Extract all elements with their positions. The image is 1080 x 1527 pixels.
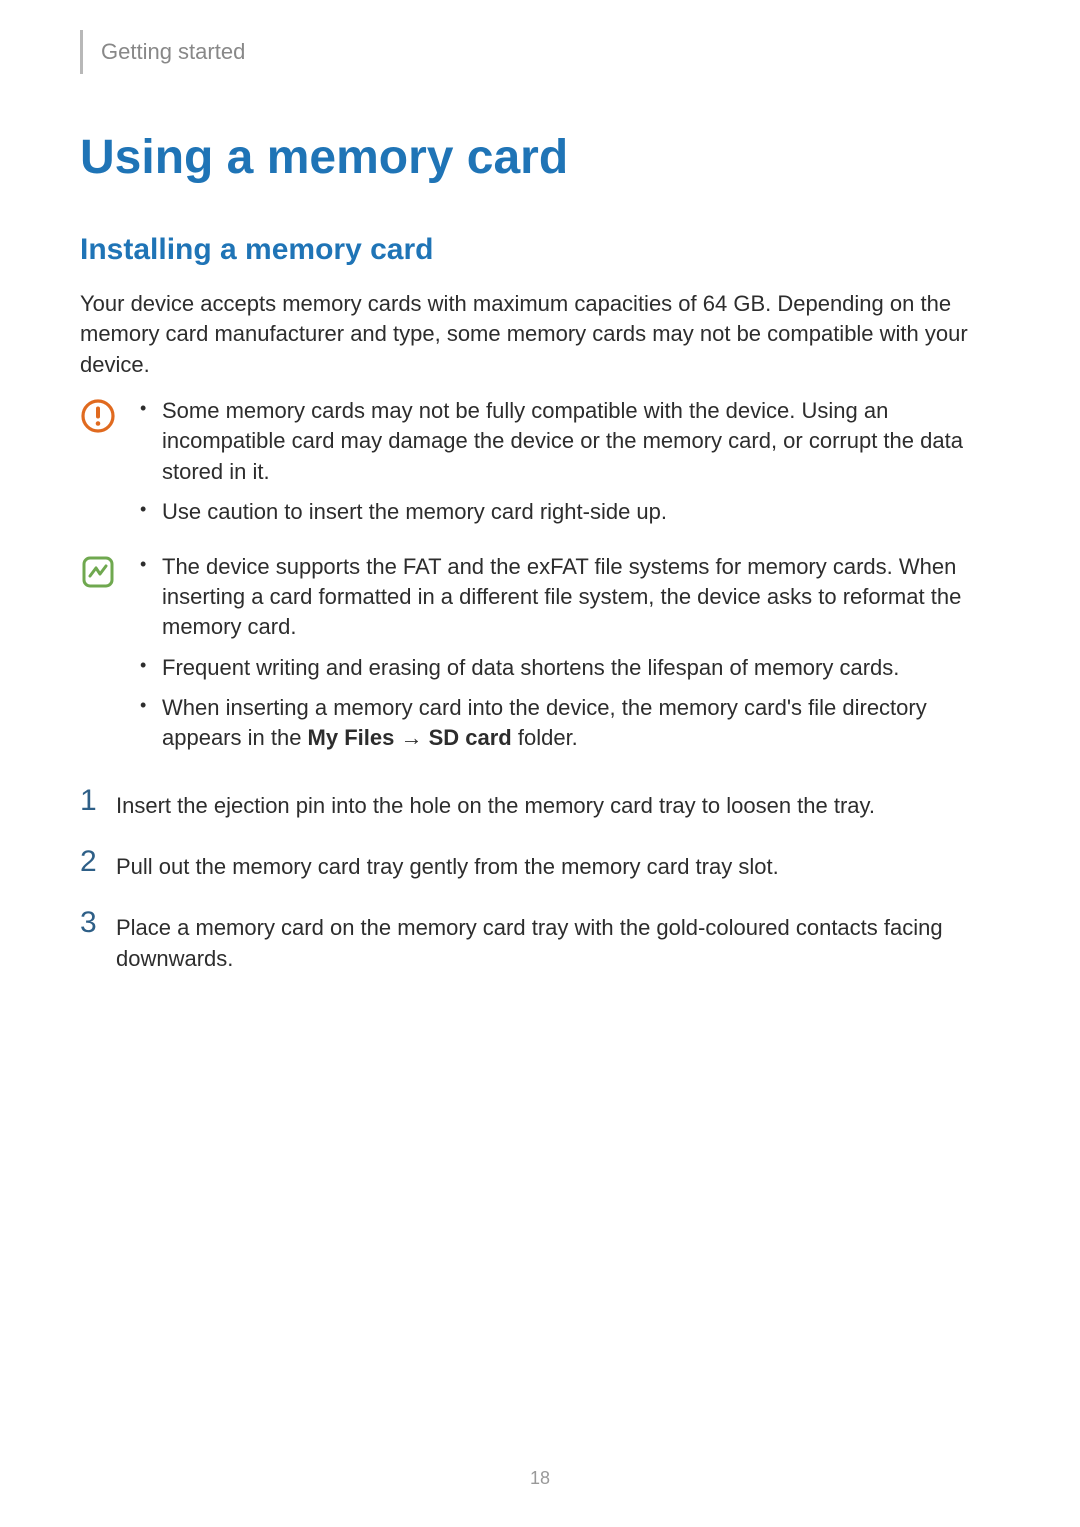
caution-callout: Some memory cards may not be fully compa… [80, 396, 1000, 537]
caution-icon [80, 396, 116, 537]
step-number: 3 [80, 908, 116, 974]
caution-body: Some memory cards may not be fully compa… [138, 396, 1000, 537]
breadcrumb: Getting started [101, 39, 245, 65]
step: 2 Pull out the memory card tray gently f… [80, 847, 1000, 882]
note-rich-arrow: → [394, 725, 428, 750]
page: Getting started Using a memory card Inst… [0, 0, 1080, 1527]
step-text: Pull out the memory card tray gently fro… [116, 847, 1000, 882]
step-number: 1 [80, 786, 116, 821]
note-icon [80, 552, 116, 764]
note-item: The device supports the FAT and the exFA… [138, 552, 1000, 643]
note-item: Frequent writing and erasing of data sho… [138, 653, 1000, 683]
step: 3 Place a memory card on the memory card… [80, 908, 1000, 974]
caution-item: Some memory cards may not be fully compa… [138, 396, 1000, 487]
note-item-rich: When inserting a memory card into the de… [138, 693, 1000, 754]
page-number: 18 [0, 1468, 1080, 1489]
note-rich-after: folder. [512, 725, 578, 750]
page-title: Using a memory card [80, 130, 1000, 185]
note-callout: The device supports the FAT and the exFA… [80, 552, 1000, 764]
header-rule [80, 30, 83, 74]
note-body: The device supports the FAT and the exFA… [138, 552, 1000, 764]
step: 1 Insert the ejection pin into the hole … [80, 786, 1000, 821]
page-header: Getting started [80, 30, 1000, 74]
section-title: Installing a memory card [80, 233, 1000, 267]
caution-item: Use caution to insert the memory card ri… [138, 497, 1000, 527]
intro-paragraph: Your device accepts memory cards with ma… [80, 289, 1000, 380]
step-number: 2 [80, 847, 116, 882]
step-text: Place a memory card on the memory card t… [116, 908, 1000, 974]
steps-list: 1 Insert the ejection pin into the hole … [80, 786, 1000, 974]
note-rich-bold-1: My Files [308, 725, 395, 750]
note-rich-bold-2: SD card [429, 725, 512, 750]
step-text: Insert the ejection pin into the hole on… [116, 786, 1000, 821]
